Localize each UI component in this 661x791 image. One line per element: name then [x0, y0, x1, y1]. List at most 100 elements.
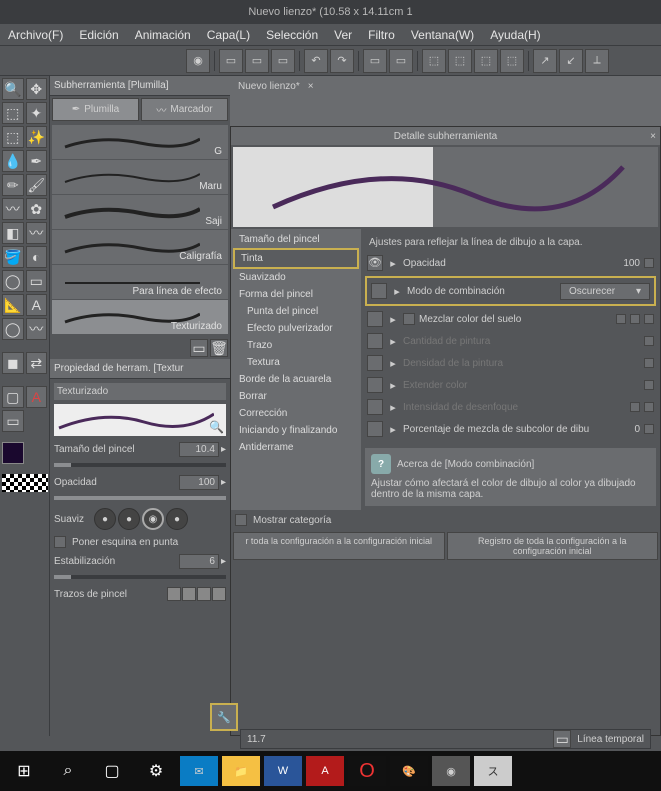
- ruler-tool-icon[interactable]: 📐: [2, 294, 24, 316]
- menu-seleccion[interactable]: Selección: [266, 28, 318, 42]
- cat-tinta[interactable]: Tinta: [233, 248, 359, 269]
- stroke-preset-4[interactable]: [212, 587, 226, 601]
- gradient-tool-icon[interactable]: ◐: [26, 246, 48, 268]
- opacity-eye-icon[interactable]: 👁: [367, 255, 383, 271]
- mezclar-opt1-icon[interactable]: [616, 314, 626, 324]
- densidad-arrow-icon[interactable]: ▸: [387, 357, 399, 370]
- brush-menu-icon[interactable]: ▭: [190, 339, 208, 357]
- preview-expand-icon[interactable]: 🔍: [209, 420, 224, 434]
- intensidad-toggle-icon[interactable]: [367, 399, 383, 415]
- detail-close-icon[interactable]: ×: [650, 131, 656, 142]
- toolbar-ruler3-icon[interactable]: ⟂: [585, 49, 609, 73]
- brush-maru[interactable]: Maru: [52, 160, 228, 194]
- figure-tool-icon[interactable]: ◯: [2, 270, 24, 292]
- mode-arrow-icon[interactable]: ▸: [391, 285, 403, 298]
- smooth-option-1[interactable]: ●: [94, 508, 116, 530]
- toolbar-fill-icon[interactable]: ▭: [389, 49, 413, 73]
- timeline-icon[interactable]: ▭: [553, 730, 571, 748]
- densidad-toggle-icon[interactable]: [367, 355, 383, 371]
- transparency-swatch[interactable]: [2, 474, 48, 492]
- toolbar-select-all-icon[interactable]: ⬚: [422, 49, 446, 73]
- cantidad-arrow-icon[interactable]: ▸: [387, 335, 399, 348]
- toolbar-ruler1-icon[interactable]: ↗: [533, 49, 557, 73]
- smooth-option-4[interactable]: ●: [166, 508, 188, 530]
- stroke-preset-3[interactable]: [197, 587, 211, 601]
- brush-tool-icon[interactable]: 🖌: [26, 174, 48, 196]
- taskview-icon[interactable]: ▢: [92, 753, 132, 789]
- intensidad-arrow-icon[interactable]: ▸: [387, 401, 399, 414]
- cat-borrar[interactable]: Borrar: [233, 388, 359, 405]
- cat-punta[interactable]: Punta del pincel: [233, 303, 359, 320]
- brush-caligrafia[interactable]: Caligrafía: [52, 230, 228, 264]
- prop-tamano-slider[interactable]: [54, 463, 226, 467]
- prop-opacidad-arrow-icon[interactable]: ▸: [221, 477, 226, 488]
- smooth-option-2[interactable]: ●: [118, 508, 140, 530]
- operation-tool-icon[interactable]: ⬚: [2, 102, 24, 124]
- mezclar-arrow-icon[interactable]: ▸: [387, 313, 399, 326]
- brush-texturizado[interactable]: Texturizado: [52, 300, 228, 334]
- brush-g[interactable]: G: [52, 125, 228, 159]
- eyedropper-icon[interactable]: 💧: [2, 150, 24, 172]
- prop-tamano-arrow-icon[interactable]: ▸: [221, 444, 226, 455]
- pen-tool-icon[interactable]: ✒: [26, 150, 48, 172]
- cat-antiderrame[interactable]: Antiderrame: [233, 439, 359, 456]
- app-word-icon[interactable]: W: [264, 756, 302, 786]
- menu-archivo[interactable]: Archivo(F): [8, 28, 63, 42]
- wand-tool-icon[interactable]: ✨: [26, 126, 48, 148]
- app-paint-icon[interactable]: 🎨: [390, 756, 428, 786]
- app-clipstudio-icon[interactable]: ◉: [432, 756, 470, 786]
- airbrush-tool-icon[interactable]: 〰: [2, 198, 24, 220]
- prop-opacidad-value[interactable]: 100: [179, 475, 219, 490]
- mezclar-toggle-icon[interactable]: [367, 311, 383, 327]
- mezclar-opt2-icon[interactable]: [630, 314, 640, 324]
- brush-delete-icon[interactable]: 🗑: [210, 339, 228, 357]
- show-category-checkbox[interactable]: [235, 514, 247, 526]
- text-a-icon[interactable]: A: [26, 386, 48, 408]
- wrench-button[interactable]: 🔧: [210, 703, 238, 731]
- search-icon[interactable]: ⌕: [48, 753, 88, 789]
- cat-textura[interactable]: Textura: [233, 354, 359, 371]
- register-config-button[interactable]: Registro de toda la configuración a la c…: [447, 532, 659, 560]
- brush-saji[interactable]: Saji: [52, 195, 228, 229]
- pencil-tool-icon[interactable]: ✏: [2, 174, 24, 196]
- cat-correccion[interactable]: Corrección: [233, 405, 359, 422]
- app-other-icon[interactable]: ス: [474, 756, 512, 786]
- mezclar-opt3-icon[interactable]: [644, 314, 654, 324]
- cat-acuarela[interactable]: Borde de la acuarela: [233, 371, 359, 388]
- toolbar-redo-icon[interactable]: ↷: [330, 49, 354, 73]
- prop-opacidad-slider[interactable]: [54, 496, 226, 500]
- settings-icon[interactable]: ⚙: [136, 753, 176, 789]
- cat-pulverizador[interactable]: Efecto pulverizador: [233, 320, 359, 337]
- menu-capa[interactable]: Capa(L): [207, 28, 250, 42]
- eraser-tool-icon[interactable]: ◧: [2, 222, 24, 244]
- frame-tool-icon[interactable]: ▭: [26, 270, 48, 292]
- reset-config-button[interactable]: r toda la configuración a la configuraci…: [233, 532, 445, 560]
- porcentaje-toggle-icon[interactable]: [367, 421, 383, 437]
- app-acrobat-icon[interactable]: A: [306, 756, 344, 786]
- porcentaje-dynamics-icon[interactable]: [644, 424, 654, 434]
- menu-edicion[interactable]: Edición: [79, 28, 118, 42]
- canvas-area[interactable]: Detalle subherramienta × Texturizado Tam…: [230, 96, 661, 736]
- toolbar-clear-icon[interactable]: ▭: [363, 49, 387, 73]
- mode-dropdown[interactable]: Oscurecer ▾: [560, 283, 650, 300]
- move-layer-icon[interactable]: ✦: [26, 102, 48, 124]
- cat-tamano[interactable]: Tamaño del pincel: [233, 231, 359, 248]
- prop-estab-arrow-icon[interactable]: ▸: [221, 556, 226, 567]
- tab-plumilla[interactable]: ✒ Plumilla: [52, 98, 139, 121]
- prop-estab-slider[interactable]: [54, 575, 226, 579]
- transparent-icon[interactable]: ▢: [2, 386, 24, 408]
- menu-filtro[interactable]: Filtro: [368, 28, 395, 42]
- zoom-tool-icon[interactable]: 🔍: [2, 78, 24, 100]
- app-explorer-icon[interactable]: 📁: [222, 756, 260, 786]
- opacity-value[interactable]: 100: [600, 258, 640, 269]
- porcentaje-arrow-icon[interactable]: ▸: [387, 423, 399, 436]
- start-button[interactable]: ⊞: [4, 753, 44, 789]
- toolbar-deselect-icon[interactable]: ⬚: [448, 49, 472, 73]
- prop-estab-value[interactable]: 6: [179, 554, 219, 569]
- cantidad-toggle-icon[interactable]: [367, 333, 383, 349]
- decoration-tool-icon[interactable]: ✿: [26, 198, 48, 220]
- move-tool-icon[interactable]: ✥: [26, 78, 48, 100]
- toolbar-new-icon[interactable]: ▭: [219, 49, 243, 73]
- extender-arrow-icon[interactable]: ▸: [387, 379, 399, 392]
- app-mail-icon[interactable]: ✉: [180, 756, 218, 786]
